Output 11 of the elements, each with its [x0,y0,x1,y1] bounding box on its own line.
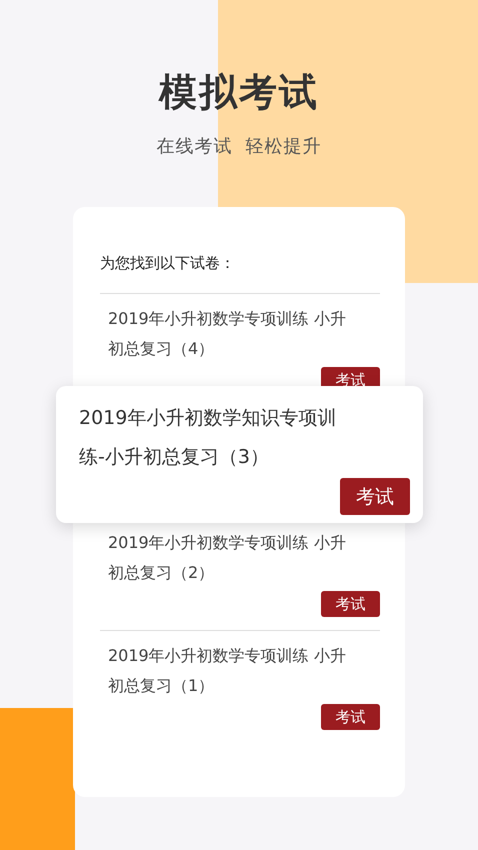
exam-button[interactable]: 考试 [321,704,380,730]
paper-title: 2019年小升初数学知识专项训练-小升初总复习（3） [79,406,338,470]
paper-title: 2019年小升初数学专项训练 小升初总复习（4） [108,308,346,360]
paper-title: 2019年小升初数学专项训练 小升初总复习（1） [108,645,346,697]
page-subtitle: 在线考试 轻松提升 [156,135,322,159]
exam-button[interactable]: 考试 [321,591,380,617]
page-title: 模拟考试 [159,69,319,116]
paper-title: 2019年小升初数学专项训练 小升初总复习（2） [108,532,346,584]
results-heading: 为您找到以下试卷： [100,253,236,274]
exam-button[interactable]: 考试 [340,478,410,515]
featured-paper-dialog[interactable]: 2019年小升初数学知识专项训练-小升初总复习（3） 考试 [56,386,423,523]
